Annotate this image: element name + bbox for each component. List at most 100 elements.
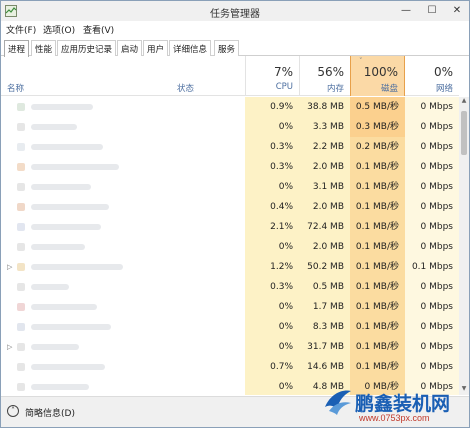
network-cell: 0 Mbps [405,157,459,177]
process-row[interactable]: 0.3% 2.2 MB 0.2 MB/秒 0 Mbps [1,137,459,157]
vertical-scrollbar[interactable]: ▲ ▼ [459,97,469,395]
process-icon [17,123,25,131]
cpu-cell: 0% [245,237,299,257]
memory-cell: 1.7 MB [299,297,350,317]
process-name-blurred [31,104,93,110]
process-icon [17,343,25,351]
task-manager-window: 任务管理器 — ☐ ✕ 文件(F) 选项(O) 查看(V) 进程 性能 应用历史… [0,0,470,428]
process-icon [17,383,25,391]
process-icon [17,203,25,211]
memory-cell: 2.0 MB [299,197,350,217]
process-name-blurred [31,264,123,270]
scroll-up-icon[interactable]: ▲ [459,97,469,107]
tab-startup[interactable]: 启动 [117,40,143,56]
network-cell: 0 Mbps [405,357,459,377]
maximize-button[interactable]: ☐ [419,2,445,19]
memory-cell: 50.2 MB [299,257,350,277]
process-name-blurred [31,244,85,250]
menu-options[interactable]: 选项(O) [43,23,75,36]
network-cell: 0 Mbps [405,297,459,317]
expand-arrow-icon[interactable]: ▷ [7,337,12,357]
tab-users[interactable]: 用户 [143,40,169,56]
column-cpu[interactable]: 7% CPU [245,56,299,96]
tab-performance[interactable]: 性能 [31,40,57,56]
memory-cell: 3.1 MB [299,177,350,197]
cpu-cell: 1.2% [245,257,299,277]
disk-cell: 0.1 MB/秒 [350,177,405,197]
process-row[interactable]: 0.7% 14.6 MB 0.1 MB/秒 0 Mbps [1,357,459,377]
memory-total: 56% [317,65,344,79]
network-cell: 0 Mbps [405,97,459,117]
watermark-brand: 鹏鑫装机网 [355,393,451,415]
memory-cell: 3.3 MB [299,117,350,137]
network-cell: 0 Mbps [405,237,459,257]
process-row[interactable]: ▷ 0% 31.7 MB 0.1 MB/秒 0 Mbps [1,337,459,357]
process-name-blurred [31,144,103,150]
column-status[interactable]: 状态 [177,82,194,94]
menu-bar: 文件(F) 选项(O) 查看(V) [1,21,469,37]
process-name-blurred [31,324,111,330]
process-name-blurred [31,284,69,290]
memory-cell: 72.4 MB [299,217,350,237]
memory-cell: 31.7 MB [299,337,350,357]
network-cell: 0 Mbps [405,177,459,197]
memory-label: 内存 [326,84,344,94]
close-button[interactable]: ✕ [444,2,470,19]
network-cell: 0 Mbps [405,137,459,157]
disk-cell: 0.1 MB/秒 [350,297,405,317]
process-icon [17,323,25,331]
tab-services[interactable]: 服务 [214,40,240,56]
process-row[interactable]: 0% 8.3 MB 0.1 MB/秒 0 Mbps [1,317,459,337]
column-disk[interactable]: ˅ 100% 磁盘 [350,56,405,96]
process-row[interactable]: 0.3% 2.0 MB 0.1 MB/秒 0 Mbps [1,157,459,177]
process-row[interactable]: 0% 3.1 MB 0.1 MB/秒 0 Mbps [1,177,459,197]
disk-cell: 0.1 MB/秒 [350,217,405,237]
column-header: 名称 状态 7% CPU 56% 内存 ˅ 100% 磁盘 0% 网络 [1,56,459,96]
disk-cell: 0.1 MB/秒 [350,277,405,297]
process-name-blurred [31,344,79,350]
scroll-thumb[interactable] [461,111,467,155]
collapse-up-icon[interactable]: ˄ [7,405,19,417]
disk-cell: 0.1 MB/秒 [350,157,405,177]
minimize-button[interactable]: — [393,2,419,19]
process-row[interactable]: 0.4% 2.0 MB 0.1 MB/秒 0 Mbps [1,197,459,217]
column-network[interactable]: 0% 网络 [405,56,459,96]
process-name-blurred [31,364,105,370]
tab-processes[interactable]: 进程 [4,40,30,57]
disk-cell: 0.1 MB/秒 [350,317,405,337]
network-cell: 0.1 Mbps [405,257,459,277]
tab-details[interactable]: 详细信息 [169,40,212,56]
cpu-label: CPU [275,82,293,92]
cpu-cell: 0% [245,297,299,317]
process-icon [17,223,25,231]
memory-cell: 0.5 MB [299,277,350,297]
fewer-details-link[interactable]: 简略信息(D) [25,406,75,419]
process-row[interactable]: 0% 2.0 MB 0.1 MB/秒 0 Mbps [1,237,459,257]
process-row[interactable]: 2.1% 72.4 MB 0.1 MB/秒 0 Mbps [1,217,459,237]
process-row[interactable]: 0.3% 0.5 MB 0.1 MB/秒 0 Mbps [1,277,459,297]
column-memory[interactable]: 56% 内存 [299,56,350,96]
process-row[interactable]: ▷ 1.2% 50.2 MB 0.1 MB/秒 0.1 Mbps [1,257,459,277]
cpu-cell: 0% [245,177,299,197]
column-name[interactable]: 名称 [7,82,24,94]
process-row[interactable]: 0% 1.7 MB 0.1 MB/秒 0 Mbps [1,297,459,317]
watermark: 鹏鑫装机网 www.0753px.com [319,385,469,427]
network-cell: 0 Mbps [405,197,459,217]
process-name-blurred [31,184,91,190]
menu-file[interactable]: 文件(F) [6,23,36,36]
process-icon [17,363,25,371]
expand-arrow-icon[interactable]: ▷ [7,257,12,277]
cpu-cell: 0.9% [245,97,299,117]
process-row[interactable]: 0.9% 38.8 MB 0.5 MB/秒 0 Mbps [1,97,459,117]
disk-cell: 0.2 MB/秒 [350,137,405,157]
process-name-blurred [31,384,89,390]
tab-app-history[interactable]: 应用历史记录 [57,40,117,56]
tab-bar: 进程 性能 应用历史记录 启动 用户 详细信息 服务 [1,38,469,57]
process-icon [17,283,25,291]
menu-view[interactable]: 查看(V) [83,23,114,36]
disk-cell: 0.5 MB/秒 [350,97,405,117]
process-icon [17,103,25,111]
memory-cell: 2.2 MB [299,137,350,157]
process-name-blurred [31,224,101,230]
process-row[interactable]: 0% 3.3 MB 0.3 MB/秒 0 Mbps [1,117,459,137]
